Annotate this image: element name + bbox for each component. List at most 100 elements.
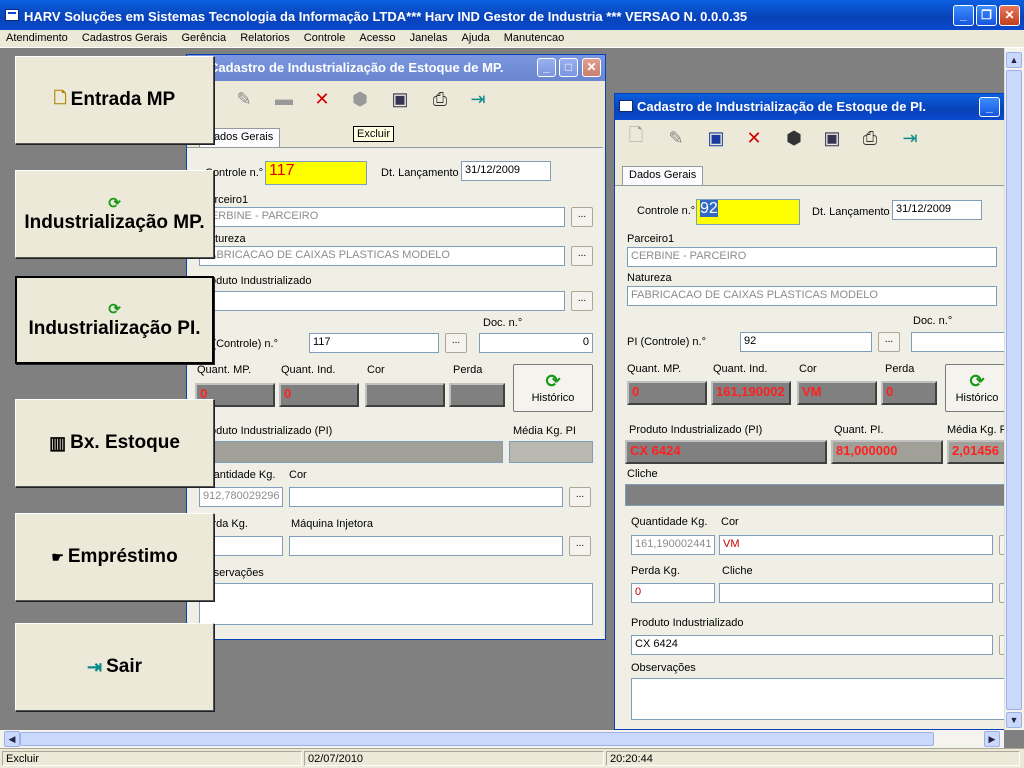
cor-lookup-button[interactable]: ... [569, 487, 591, 507]
natureza-lookup-button[interactable]: ... [571, 246, 593, 266]
scroll-left-icon[interactable]: ◀ [4, 731, 20, 747]
minimize-icon[interactable]: _ [953, 5, 974, 26]
edit-icon[interactable]: ✎ [231, 86, 257, 112]
new-icon[interactable]: 🗋 [623, 125, 649, 151]
window-mp-minimize-icon[interactable]: _ [537, 58, 556, 77]
scroll-right-icon[interactable]: ▶ [984, 731, 1000, 747]
menu-bar: Atendimento Cadastros Gerais Gerência Re… [0, 30, 1024, 48]
natureza-field[interactable]: FABRICACAO DE CAIXAS PLASTICAS MODELO [627, 286, 997, 306]
menu-acesso[interactable]: Acesso [353, 30, 400, 44]
menu-atendimento[interactable]: Atendimento [0, 30, 73, 44]
parceiro-field[interactable]: CERBINE - PARCEIRO [199, 207, 565, 227]
quantidade-kg-field[interactable]: 912,780029296 [199, 487, 283, 507]
cor2-field[interactable]: VM [719, 535, 993, 555]
cor-label: Cor [799, 363, 817, 375]
scroll-up-icon[interactable]: ▲ [1006, 52, 1022, 68]
quant-ind-field[interactable]: 161,190002 [711, 381, 791, 405]
parceiro-field[interactable]: CERBINE - PARCEIRO [627, 247, 997, 267]
pi-controle-field[interactable]: 92 [740, 332, 872, 352]
doc-field[interactable] [911, 332, 1004, 352]
restore-icon[interactable]: ❐ [976, 5, 997, 26]
save-icon[interactable]: ▬ [271, 86, 297, 112]
emprestimo-button[interactable]: ☛ Empréstimo [15, 513, 214, 601]
save-icon[interactable]: ▣ [703, 125, 729, 151]
bx-estoque-label: Bx. Estoque [70, 432, 180, 453]
controle-field[interactable]: 92 [696, 199, 800, 225]
produto-ind-field[interactable]: CX 6424 [631, 635, 993, 655]
entrada-mp-button[interactable]: 🗋 Entrada MP [15, 56, 214, 144]
delete-icon[interactable]: ✕ [309, 86, 335, 112]
app-icon[interactable] [5, 9, 19, 21]
quantidade-kg-field[interactable]: 161,190002441 [631, 535, 715, 555]
perda-label: Perda [885, 363, 915, 375]
menu-janelas[interactable]: Janelas [404, 30, 453, 44]
close-icon[interactable]: ✕ [999, 5, 1020, 26]
cancel-icon[interactable]: ⬢ [347, 86, 373, 112]
natureza-label: Natureza [627, 272, 672, 284]
menu-gerencia[interactable]: Gerência [175, 30, 231, 44]
cor-field[interactable] [365, 383, 445, 407]
media-kg-field[interactable] [509, 441, 593, 463]
cliche-field[interactable] [625, 484, 1004, 506]
controle-field[interactable]: 117 [265, 161, 367, 185]
perda-field[interactable]: 0 [881, 381, 937, 405]
menu-cadastros-gerais[interactable]: Cadastros Gerais [76, 30, 173, 44]
observacoes-field[interactable] [631, 678, 1004, 720]
menu-manutencao[interactable]: Manutencao [498, 30, 570, 44]
industrializacao-mp-button[interactable]: ⟳ Industrialização MP. [15, 170, 214, 258]
window-mp-close-icon[interactable]: ✕ [582, 58, 601, 77]
bx-estoque-button[interactable]: ▥ Bx. Estoque [15, 399, 214, 487]
horizontal-scroll-thumb[interactable] [20, 732, 934, 746]
menu-relatorios[interactable]: Relatorios [234, 30, 295, 44]
print-icon[interactable]: ⎙ [857, 125, 883, 151]
pi-lookup-button[interactable]: ... [445, 333, 467, 353]
maquina-lookup-button[interactable]: ... [569, 536, 591, 556]
perda-field[interactable] [449, 383, 505, 407]
produto-industrializado-field[interactable] [199, 291, 565, 311]
scroll-down-icon[interactable]: ▼ [1006, 712, 1022, 728]
dt-lancamento-field[interactable]: 31/12/2009 [461, 161, 551, 181]
doc-field[interactable]: 0 [479, 333, 593, 353]
tab-dados-gerais[interactable]: Dados Gerais [622, 166, 704, 185]
quant-ind-field[interactable]: 0 [279, 383, 359, 407]
print-icon[interactable]: ⎙ [427, 86, 453, 112]
historico-button[interactable]: ⟳ Histórico [513, 364, 593, 412]
perda-kg-field[interactable]: 0 [631, 583, 715, 603]
delete-icon[interactable]: ✕ [741, 125, 767, 151]
menu-controle[interactable]: Controle [298, 30, 351, 44]
cor-field[interactable]: VM [797, 381, 877, 405]
search-icon[interactable]: ▣ [387, 86, 413, 112]
exit-icon[interactable]: ⇥ [897, 125, 923, 151]
quant-pi-field[interactable]: 81,000000 [831, 440, 943, 464]
produto-pi-field[interactable] [195, 441, 503, 463]
maquina-field[interactable] [289, 536, 563, 556]
quant-mp-field[interactable]: 0 [627, 381, 707, 405]
industrializacao-pi-label: Industrialização PI. [28, 318, 201, 339]
vertical-scroll-thumb[interactable] [1006, 70, 1022, 710]
observacoes-field[interactable] [199, 583, 593, 625]
window-mp-maximize-icon[interactable]: □ [559, 58, 578, 77]
quantidade-kg-label: Quantidade Kg. [631, 516, 708, 528]
cliche2-field[interactable] [719, 583, 993, 603]
controle-value-selected: 92 [700, 200, 718, 217]
window-pi-minimize-icon[interactable]: _ [979, 97, 1000, 117]
menu-ajuda[interactable]: Ajuda [456, 30, 495, 44]
parceiro-lookup-button[interactable]: ... [571, 207, 593, 227]
historico-button[interactable]: ⟳ Histórico [945, 364, 1004, 412]
industrializacao-pi-button[interactable]: ⟳ Industrialização PI. [15, 276, 214, 364]
window-industrializacao-pi: Cadastro de Industrialização de Estoque … [614, 93, 1004, 730]
cancel-icon[interactable]: ⬢ [781, 125, 807, 151]
cor2-field[interactable] [289, 487, 563, 507]
pi-lookup-button[interactable]: ... [878, 332, 900, 352]
natureza-field[interactable]: FABRICACAO DE CAIXAS PLASTICAS MODELO [199, 246, 565, 266]
media-kg-field[interactable]: 2,01456 [947, 440, 1004, 464]
edit-icon[interactable]: ✎ [663, 125, 689, 151]
produto-lookup-button[interactable]: ... [571, 291, 593, 311]
search-icon[interactable]: ▣ [819, 125, 845, 151]
sair-button[interactable]: ⇥ Sair [15, 623, 214, 711]
pi-controle-field[interactable]: 117 [309, 333, 439, 353]
produto-pi-field[interactable]: CX 6424 [625, 440, 827, 464]
dt-lancamento-field[interactable]: 31/12/2009 [892, 200, 982, 220]
exit-icon[interactable]: ⇥ [465, 86, 491, 112]
window-pi-icon[interactable] [619, 100, 633, 112]
